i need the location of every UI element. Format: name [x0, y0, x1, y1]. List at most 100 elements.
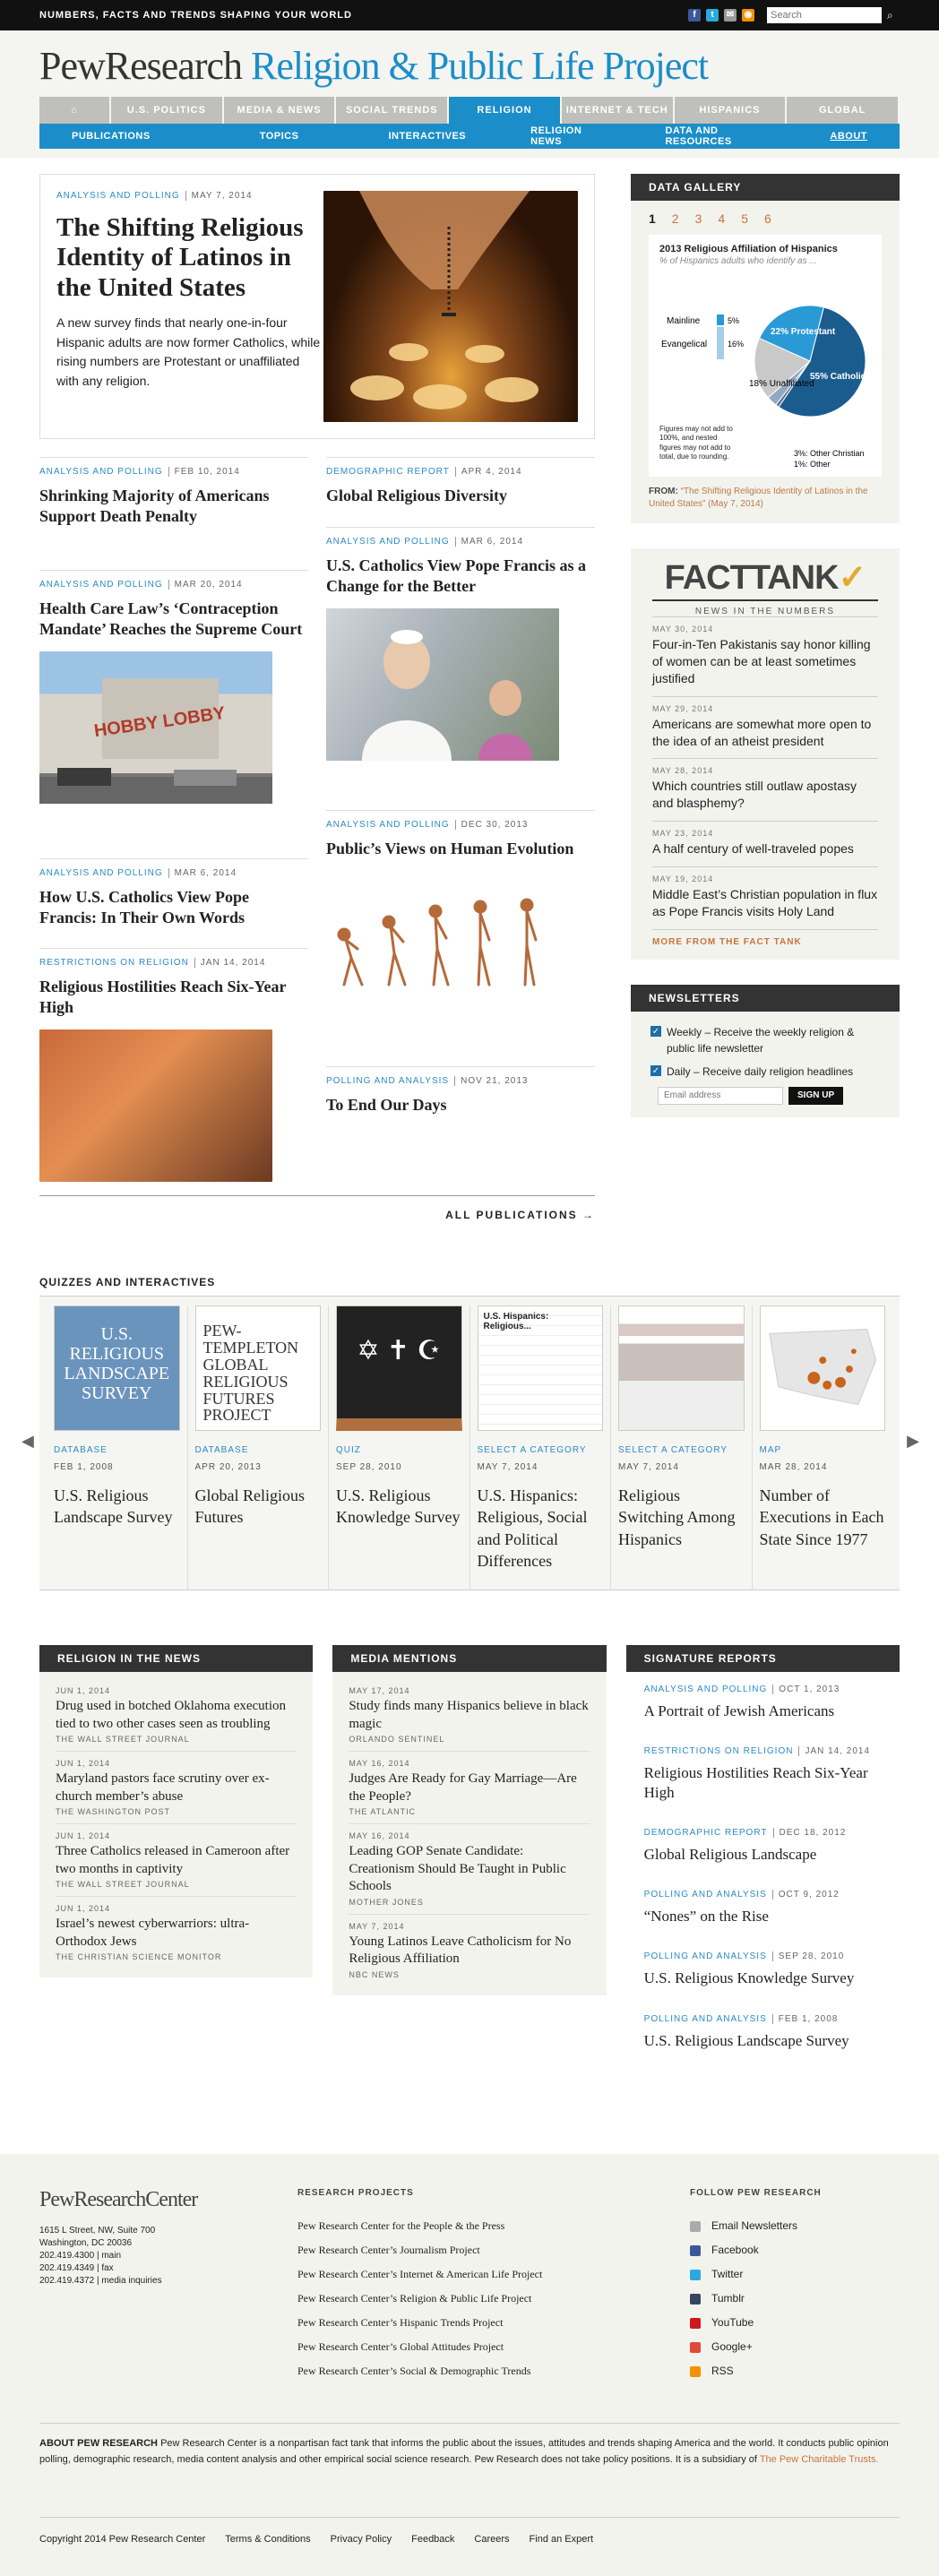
story-pope-francis[interactable]: ANALYSIS AND POLLING MAR 6, 2014 U.S. Cat…	[326, 527, 595, 761]
more-fact-tank-link[interactable]: MORE FROM THE FACT TANK	[652, 937, 878, 947]
nav-hispanics[interactable]: HISPANICS	[674, 97, 788, 124]
landscape-thumb[interactable]: U.S. RELIGIOUS LANDSCAPE SURVEY	[54, 1305, 180, 1431]
terms-link[interactable]: Terms & Conditions	[225, 2534, 310, 2545]
fact-tank-item[interactable]: MAY 30, 2014 Four-in-Ten Pakistanis say h…	[652, 616, 878, 696]
follow-youtube[interactable]: YouTube	[690, 2311, 869, 2335]
find-expert-link[interactable]: Find an Expert	[530, 2534, 594, 2545]
story-title[interactable]: U.S. Catholics View Pope Francis as a Ch…	[326, 556, 595, 598]
quiz-item[interactable]: PEW-TEMPLETON GLOBAL RELIGIOUS FUTURES P…	[188, 1305, 329, 1590]
feedback-link[interactable]: Feedback	[411, 2534, 454, 2545]
follow-facebook[interactable]: Facebook	[690, 2238, 869, 2262]
gallery-page-5[interactable]: 5	[741, 211, 748, 226]
hostilities-photo[interactable]	[39, 1029, 272, 1182]
nav-home[interactable]: ⌂	[39, 97, 111, 124]
pew-trusts-link[interactable]: The Pew Charitable Trusts.	[760, 2454, 879, 2465]
report-item[interactable]: DEMOGRAPHIC REPORT DEC 18, 2012 Global Rel…	[626, 1815, 900, 1877]
project-link[interactable]: Pew Research Center’s Global Attitudes P…	[297, 2335, 656, 2359]
gallery-page-4[interactable]: 4	[718, 211, 725, 226]
hobby-lobby-photo[interactable]: HOBBY LOBBY	[39, 650, 272, 804]
hispanics-thumb[interactable]: U.S. Hispanics: Religious...	[477, 1305, 603, 1431]
signup-button[interactable]: SIGN UP	[788, 1086, 844, 1105]
carousel-next-icon[interactable]: ▶	[907, 1432, 919, 1451]
report-item[interactable]: POLLING AND ANALYSIS FEB 1, 2008 U.S. Reli…	[626, 2002, 900, 2063]
mention-item[interactable]: MAY 16, 2014 Leading GOP Senate Candidate…	[349, 1824, 590, 1915]
report-item[interactable]: POLLING AND ANALYSIS OCT 9, 2012 “Nones” o…	[626, 1877, 900, 1939]
gallery-page-2[interactable]: 2	[672, 211, 679, 226]
quiz-item[interactable]: U.S. RELIGIOUS LANDSCAPE SURVEY DATABASE…	[47, 1305, 188, 1590]
daily-checkbox[interactable]: ✓	[650, 1064, 661, 1076]
nav-internet-tech[interactable]: INTERNET & TECH	[561, 97, 675, 124]
featured-title[interactable]: The Shifting Religious Identity of Latin…	[56, 213, 325, 303]
gallery-page-6[interactable]: 6	[764, 211, 771, 226]
email-input[interactable]	[658, 1086, 783, 1105]
featured-story[interactable]: ANALYSIS AND POLLING MAY 7, 2014 The Shif…	[39, 174, 595, 439]
subnav-interactives[interactable]: INTERACTIVES	[331, 131, 498, 142]
weekly-checkbox-row[interactable]: ✓ Weekly – Receive the weekly religion & …	[650, 1024, 880, 1056]
rss-icon[interactable]: ◉	[742, 9, 754, 22]
nav-media-news[interactable]: MEDIA & NEWS	[223, 97, 337, 124]
evolution-illustration[interactable]	[326, 895, 559, 994]
site-logo[interactable]: PewResearch Religion & Public Life Projec…	[39, 47, 900, 86]
religion-symbols-thumb[interactable]: ✡ ✝ ☪	[336, 1305, 462, 1431]
news-item[interactable]: JUN 1, 2014 Israel’s newest cyberwarriors…	[56, 1897, 297, 1969]
follow-email[interactable]: Email Newsletters	[690, 2214, 869, 2238]
futures-thumb[interactable]: PEW-TEMPLETON GLOBAL RELIGIOUS FUTURES P…	[194, 1305, 321, 1431]
follow-twitter[interactable]: Twitter	[690, 2262, 869, 2287]
project-link[interactable]: Pew Research Center’s Internet & America…	[297, 2262, 656, 2287]
executions-map-thumb[interactable]	[759, 1305, 885, 1431]
carousel-prev-icon[interactable]: ◀	[22, 1432, 34, 1451]
nav-global[interactable]: GLOBAL	[787, 97, 900, 124]
email-icon[interactable]: ✉	[724, 9, 737, 22]
project-link[interactable]: Pew Research Center for the People & the…	[297, 2214, 656, 2238]
story-catholics-own-words[interactable]: ANALYSIS AND POLLING MAR 6, 2014 How U.S.…	[39, 858, 308, 929]
story-title[interactable]: To End Our Days	[326, 1095, 595, 1116]
news-item[interactable]: JUN 1, 2014 Three Catholics released in C…	[56, 1824, 297, 1897]
search-input[interactable]	[767, 7, 882, 23]
follow-tumblr[interactable]: Tumblr	[690, 2287, 869, 2311]
story-death-penalty[interactable]: ANALYSIS AND POLLING FEB 10, 2014 Shrinki…	[39, 457, 308, 528]
follow-rss[interactable]: RSS	[690, 2359, 869, 2383]
story-evolution[interactable]: ANALYSIS AND POLLING DEC 30, 2013 Public’…	[326, 810, 595, 994]
quiz-item[interactable]: MAP MAR 28, 2014 Number of Executions in E…	[753, 1305, 893, 1590]
story-end-our-days[interactable]: POLLING AND ANALYSIS NOV 21, 2013 To End …	[326, 1066, 595, 1116]
gallery-source[interactable]: FROM: “The Shifting Religious Identity o…	[649, 486, 882, 511]
quiz-item[interactable]: ✡ ✝ ☪ QUIZ SEP 28, 2010 U.S. Religious Kno…	[329, 1305, 470, 1590]
story-title[interactable]: Religious Hostilities Reach Six-Year Hig…	[39, 977, 308, 1019]
all-publications-link[interactable]: ALL PUBLICATIONS →	[39, 1195, 595, 1221]
project-link[interactable]: Pew Research Center’s Religion & Public …	[297, 2287, 656, 2311]
subnav-publications[interactable]: PUBLICATIONS	[39, 131, 183, 142]
fact-tank-item[interactable]: MAY 19, 2014 Middle East’s Christian popu…	[652, 866, 878, 930]
news-item[interactable]: JUN 1, 2014 Drug used in botched Oklahoma…	[56, 1679, 297, 1752]
subnav-religion-news[interactable]: RELIGION NEWS	[498, 125, 633, 147]
mention-item[interactable]: MAY 7, 2014 Young Latinos Leave Catholici…	[349, 1915, 590, 1986]
report-item[interactable]: ANALYSIS AND POLLING OCT 1, 2013 A Portrai…	[626, 1672, 900, 1734]
story-title[interactable]: Health Care Law’s ‘Contraception Mandate…	[39, 599, 308, 641]
story-contraception[interactable]: ANALYSIS AND POLLING MAR 20, 2014 Health …	[39, 570, 308, 804]
story-global-diversity[interactable]: DEMOGRAPHIC REPORT APR 4, 2014 Global Rel…	[326, 457, 595, 506]
subnav-about[interactable]: ABOUT	[797, 131, 900, 142]
follow-google-plus[interactable]: Google+	[690, 2335, 869, 2359]
nav-social-trends[interactable]: SOCIAL TRENDS	[336, 97, 450, 124]
subnav-topics[interactable]: TOPICS	[183, 131, 332, 142]
nav-us-politics[interactable]: U.S. POLITICS	[111, 97, 224, 124]
project-link[interactable]: Pew Research Center’s Journalism Project	[297, 2238, 656, 2262]
report-item[interactable]: POLLING AND ANALYSIS SEP 28, 2010 U.S. Rel…	[626, 1939, 900, 2001]
mention-item[interactable]: MAY 16, 2014 Judges Are Ready for Gay Mar…	[349, 1752, 590, 1824]
project-link[interactable]: Pew Research Center’s Hispanic Trends Pr…	[297, 2311, 656, 2335]
fact-tank-item[interactable]: MAY 28, 2014 Which countries still outlaw…	[652, 758, 878, 821]
gallery-page-3[interactable]: 3	[695, 211, 702, 226]
fact-tank-item[interactable]: MAY 23, 2014 A half century of well-trave…	[652, 821, 878, 866]
pope-photo[interactable]	[326, 607, 559, 761]
report-item[interactable]: RESTRICTIONS ON RELIGION JAN 14, 2014 Reli…	[626, 1734, 900, 1815]
footer-logo[interactable]: PewResearchCenter	[39, 2188, 254, 2212]
story-title[interactable]: Shrinking Majority of Americans Support …	[39, 486, 308, 528]
quiz-item[interactable]: U.S. Hispanics: Religious... SELECT A CA…	[470, 1305, 611, 1590]
project-link[interactable]: Pew Research Center’s Social & Demograph…	[297, 2359, 656, 2383]
weekly-checkbox[interactable]: ✓	[650, 1025, 661, 1037]
careers-link[interactable]: Careers	[474, 2534, 509, 2545]
featured-image-rosary[interactable]	[323, 191, 578, 422]
nav-religion[interactable]: RELIGION	[449, 97, 562, 124]
twitter-icon[interactable]: t	[706, 9, 719, 22]
search-icon[interactable]: ⌕	[887, 9, 900, 22]
quiz-item[interactable]: SELECT A CATEGORY MAY 7, 2014 Religious Sw…	[611, 1305, 753, 1590]
